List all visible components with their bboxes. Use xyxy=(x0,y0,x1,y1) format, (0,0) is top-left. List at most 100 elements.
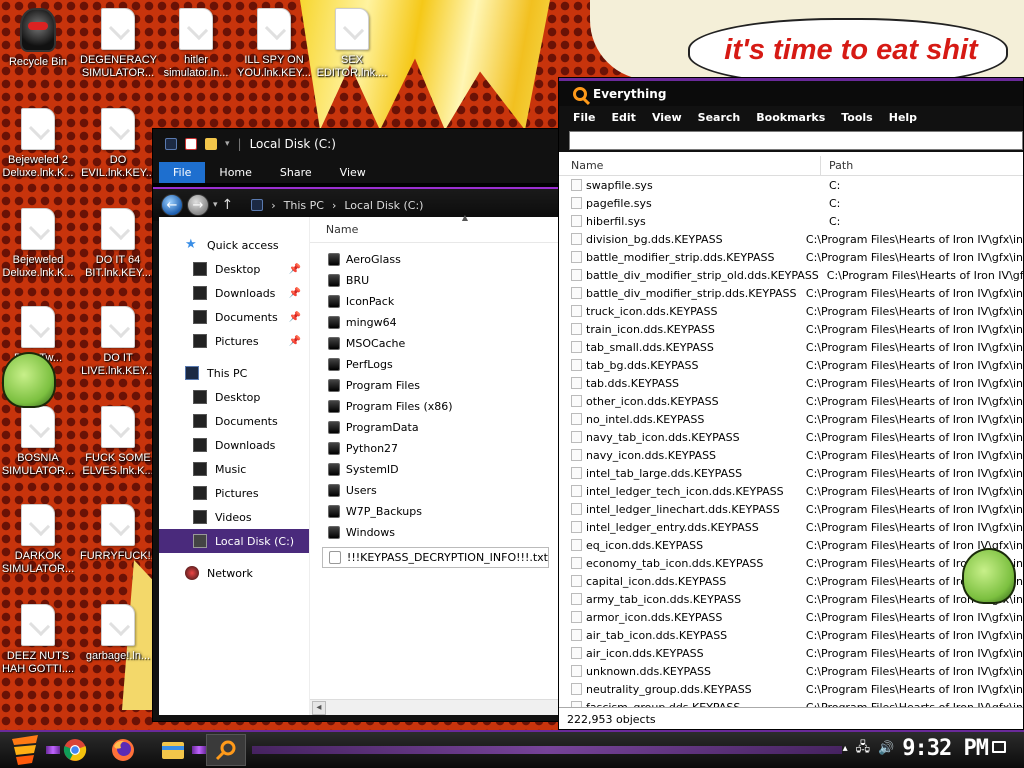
network-tray-icon[interactable]: 🖧 xyxy=(856,738,871,760)
menu-search[interactable]: Search xyxy=(698,111,741,124)
result-row[interactable]: intel_ledger_linechart.dds.KEYPASS C:\Pro… xyxy=(559,500,1023,518)
folder-row[interactable]: Users xyxy=(310,480,559,501)
result-row[interactable]: swapfile.sys C: xyxy=(559,176,1023,194)
properties-icon[interactable] xyxy=(185,138,197,150)
volume-icon[interactable]: 🔊 xyxy=(878,741,894,756)
new-folder-icon[interactable] xyxy=(205,138,217,150)
tab-share[interactable]: Share xyxy=(266,162,326,183)
tab-home[interactable]: Home xyxy=(205,162,265,183)
desktop-shortcut[interactable]: Bejeweled Deluxe.lnk.K... xyxy=(0,208,76,280)
desktop-shortcut[interactable]: DO EVIL.lnk.KEY... xyxy=(80,108,156,180)
result-row[interactable]: battle_div_modifier_strip_old.dds.KEYPAS… xyxy=(559,266,1023,284)
folder-row[interactable]: BRU xyxy=(310,270,559,291)
explorer-titlebar[interactable]: ▾ | Local Disk (C:) xyxy=(153,129,559,159)
chevron-down-icon[interactable]: ▾ xyxy=(225,139,230,149)
recent-locations-chevron-icon[interactable]: ▾ xyxy=(213,200,218,210)
clock[interactable]: 9:32 PM xyxy=(902,736,989,761)
result-row[interactable]: intel_ledger_tech_icon.dds.KEYPASS C:\Pro… xyxy=(559,482,1023,500)
desktop-shortcut[interactable]: DEGENERACY SIMULATOR... xyxy=(80,8,157,80)
result-row[interactable]: unknown.dds.KEYPASS C:\Program Files\Hear… xyxy=(559,662,1023,680)
result-row[interactable]: tab_bg.dds.KEYPASS C:\Program Files\Heart… xyxy=(559,356,1023,374)
notifications-icon[interactable] xyxy=(992,741,1006,753)
tab-file[interactable]: File xyxy=(159,162,206,183)
result-row[interactable]: tab_small.dds.KEYPASS C:\Program Files\He… xyxy=(559,338,1023,356)
chrome-button[interactable] xyxy=(58,734,92,766)
forward-button[interactable]: → xyxy=(187,194,209,216)
desktop-shortcut[interactable]: SEX EDITOR.lnk.... xyxy=(314,8,390,80)
result-row[interactable]: hiberfil.sys C: xyxy=(559,212,1023,230)
file-explorer-window[interactable]: ▾ | Local Disk (C:) File Home Share View… xyxy=(152,128,560,722)
nav-documents[interactable]: Documents xyxy=(159,409,309,433)
recycle-bin-icon[interactable]: Recycle Bin xyxy=(0,8,76,69)
menu-bookmarks[interactable]: Bookmarks xyxy=(756,111,825,124)
menu-file[interactable]: File xyxy=(573,111,596,124)
nav-videos[interactable]: Videos xyxy=(159,505,309,529)
nav-quick-access[interactable]: ★ Quick access xyxy=(159,233,309,257)
horizontal-scrollbar[interactable] xyxy=(309,699,559,715)
folder-row[interactable]: AeroGlass xyxy=(310,249,559,270)
breadcrumb-this-pc[interactable]: This PC xyxy=(284,199,324,212)
everything-window[interactable]: Everything File Edit View Search Bookmar… xyxy=(558,77,1024,730)
desktop-shortcut[interactable]: DEEZ NUTS HAH GOTTI.... xyxy=(0,604,76,676)
result-row[interactable]: navy_icon.dds.KEYPASS C:\Program Files\He… xyxy=(559,446,1023,464)
folder-row[interactable]: MSOCache xyxy=(310,333,559,354)
pin-icon[interactable]: 📌 xyxy=(288,288,300,299)
result-row[interactable]: truck_icon.dds.KEYPASS C:\Program Files\H… xyxy=(559,302,1023,320)
folder-row[interactable]: IconPack xyxy=(310,291,559,312)
result-row[interactable]: economy_tab_icon.dds.KEYPASS C:\Program F… xyxy=(559,554,1023,572)
result-row[interactable]: tab.dds.KEYPASS C:\Program Files\Hearts o… xyxy=(559,374,1023,392)
result-row[interactable]: pagefile.sys C: xyxy=(559,194,1023,212)
desktop-shortcut[interactable]: DO IT LIVE.lnk.KEY... xyxy=(80,306,156,378)
desktop-shortcut[interactable]: FURRYFUCK!... xyxy=(80,504,160,563)
result-row[interactable]: battle_modifier_strip.dds.KEYPASS C:\Prog… xyxy=(559,248,1023,266)
nav-local-disk[interactable]: Local Disk (C:) xyxy=(159,529,309,553)
breadcrumb-local-disk[interactable]: Local Disk (C:) xyxy=(344,199,423,212)
nav-music[interactable]: Music xyxy=(159,457,309,481)
nav-documents[interactable]: Documents 📌 xyxy=(159,305,309,329)
chevron-up-icon[interactable]: ▴ xyxy=(843,743,848,754)
search-input[interactable] xyxy=(569,131,1023,150)
folder-row[interactable]: Windows xyxy=(310,522,559,543)
nav-pictures[interactable]: Pictures xyxy=(159,481,309,505)
nav-pictures[interactable]: Pictures 📌 xyxy=(159,329,309,353)
column-header-name[interactable]: Name xyxy=(559,156,821,175)
nav-this-pc[interactable]: This PC xyxy=(159,361,309,385)
file-row-selected[interactable]: !!!KEYPASS_DECRYPTION_INFO!!!.txt xyxy=(321,547,549,568)
firefox-button[interactable] xyxy=(106,734,140,766)
back-button[interactable]: ← xyxy=(161,194,183,216)
desktop-shortcut[interactable]: FUCK SOME ELVES.lnk.K... xyxy=(80,406,156,478)
result-row[interactable]: air_icon.dds.KEYPASS C:\Program Files\Hea… xyxy=(559,644,1023,662)
tab-view[interactable]: View xyxy=(326,162,380,183)
nav-desktop[interactable]: Desktop 📌 xyxy=(159,257,309,281)
folder-row[interactable]: W7P_Backups xyxy=(310,501,559,522)
folder-row[interactable]: SystemID xyxy=(310,459,559,480)
desktop-shortcut[interactable]: garbage!.ln... xyxy=(80,604,156,663)
address-bar[interactable]: › This PC › Local Disk (C:) xyxy=(243,193,559,217)
desktop-shortcut[interactable]: DO IT 64 BIT.lnk.KEY... xyxy=(80,208,156,280)
result-row[interactable]: air_tab_icon.dds.KEYPASS C:\Program Files… xyxy=(559,626,1023,644)
menu-edit[interactable]: Edit xyxy=(612,111,636,124)
result-row[interactable]: intel_ledger_entry.dds.KEYPASS C:\Program… xyxy=(559,518,1023,536)
result-row[interactable]: capital_icon.dds.KEYPASS C:\Program Files… xyxy=(559,572,1023,590)
desktop-shortcut[interactable]: Bejeweled 2 Deluxe.lnk.K... xyxy=(0,108,76,180)
nav-downloads[interactable]: Downloads xyxy=(159,433,309,457)
folder-row[interactable]: PerfLogs xyxy=(310,354,559,375)
everything-button[interactable] xyxy=(206,734,246,766)
result-row[interactable]: intel_tab_large.dds.KEYPASS C:\Program Fi… xyxy=(559,464,1023,482)
result-row[interactable]: train_icon.dds.KEYPASS C:\Program Files\H… xyxy=(559,320,1023,338)
menu-tools[interactable]: Tools xyxy=(841,111,872,124)
pin-icon[interactable]: 📌 xyxy=(288,312,300,323)
column-header-name[interactable]: Name ▲ xyxy=(309,213,559,243)
column-header-path[interactable]: Path xyxy=(821,156,853,175)
folder-row[interactable]: ProgramData xyxy=(310,417,559,438)
result-row[interactable]: eq_icon.dds.KEYPASS C:\Program Files\Hear… xyxy=(559,536,1023,554)
file-explorer-button[interactable] xyxy=(156,734,190,766)
result-row[interactable]: battle_div_modifier_strip.dds.KEYPASS C:\… xyxy=(559,284,1023,302)
nav-desktop[interactable]: Desktop xyxy=(159,385,309,409)
folder-row[interactable]: Program Files xyxy=(310,375,559,396)
menu-view[interactable]: View xyxy=(652,111,682,124)
result-row[interactable]: no_intel.dds.KEYPASS C:\Program Files\Hea… xyxy=(559,410,1023,428)
menu-help[interactable]: Help xyxy=(889,111,917,124)
pin-icon[interactable]: 📌 xyxy=(288,336,300,347)
pin-icon[interactable]: 📌 xyxy=(288,264,300,275)
